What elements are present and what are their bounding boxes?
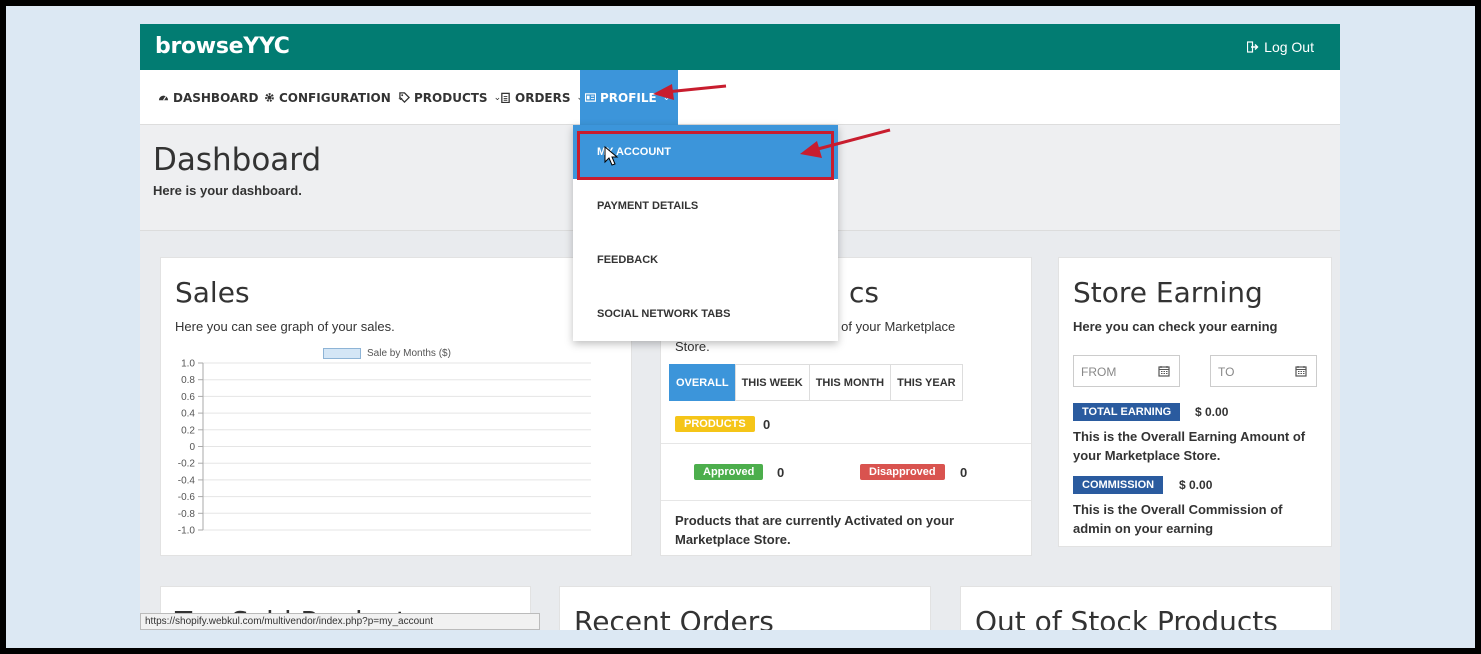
calendar-icon xyxy=(1295,366,1307,377)
products-badge: PRODUCTS xyxy=(675,416,755,432)
logout-label: Log Out xyxy=(1264,39,1314,55)
out-of-stock-card: Out of Stock Products xyxy=(960,586,1332,630)
divider xyxy=(661,500,1031,501)
statistics-subtitle-line2: Store. xyxy=(675,339,710,354)
nav-profile-label: PROFILE xyxy=(600,90,657,105)
total-earning-tag: TOTAL EARNING xyxy=(1073,403,1181,421)
nav-configuration[interactable]: CONFIGURATION ⌄ xyxy=(264,70,404,125)
nav-dashboard[interactable]: DASHBOARD xyxy=(158,70,258,125)
y-tick-label: 0 xyxy=(189,442,195,453)
top-bar: browseYYC Log Out xyxy=(140,24,1340,70)
calendar-icon xyxy=(1158,366,1170,377)
statistics-subtitle: s of your Marketplace xyxy=(831,319,956,334)
y-tick-label: -0.4 xyxy=(178,475,196,486)
chevron-down-icon: ⌄ xyxy=(662,92,671,103)
y-tick-label: -0.2 xyxy=(178,459,196,470)
disapproved-badge: Disapproved xyxy=(860,464,945,480)
disapproved-count: 0 xyxy=(960,465,968,480)
period-tabs: OVERALL THIS WEEK THIS MONTH THIS YEAR xyxy=(669,364,963,401)
y-tick-label: 0.6 xyxy=(181,392,195,403)
nav-products-label: PRODUCTS xyxy=(414,90,488,105)
divider xyxy=(661,443,1031,444)
menu-item-feedback[interactable]: FEEDBACK xyxy=(573,233,838,287)
from-date-placeholder: FROM xyxy=(1081,365,1117,379)
out-of-stock-title: Out of Stock Products xyxy=(975,605,1278,630)
nav-configuration-label: CONFIGURATION xyxy=(279,90,391,105)
y-tick-label: 0.2 xyxy=(181,425,195,436)
products-count: 0 xyxy=(763,417,771,432)
nav-dashboard-label: DASHBOARD xyxy=(173,90,259,105)
nav-products[interactable]: PRODUCTS ⌄ xyxy=(399,70,501,125)
statistics-title: cs xyxy=(849,276,879,309)
to-date-placeholder: TO xyxy=(1218,365,1235,379)
dashboard-icon xyxy=(158,95,169,101)
status-bar-url: https://shopify.webkul.com/multivendor/i… xyxy=(140,613,540,630)
earning-subtitle: Here you can check your earning xyxy=(1073,319,1278,334)
commission-tag: COMMISSION xyxy=(1073,476,1164,494)
screenshot-frame: browseYYC Log Out DASHBOARD CONFIGURATIO… xyxy=(6,6,1475,648)
sales-chart: 1.0 0.8 0.6 0.4 0.2 0 -0.2 -0.4 -0.6 -0.8 -1.0 xyxy=(178,359,591,537)
approved-badge: Approved xyxy=(694,464,764,480)
tab-this-week[interactable]: THIS WEEK xyxy=(734,364,810,401)
approved-count: 0 xyxy=(777,465,785,480)
y-tick-label: -1.0 xyxy=(178,526,196,537)
y-tick-label: -0.8 xyxy=(178,509,196,520)
sales-subtitle: Here you can see graph of your sales. xyxy=(175,319,395,334)
menu-item-social-network-tabs[interactable]: SOCIAL NETWORK TABS xyxy=(573,287,838,341)
commission-amount: $ 0.00 xyxy=(1179,478,1213,492)
nav-orders[interactable]: ORDERS ⌄ xyxy=(500,70,584,125)
tag-icon xyxy=(399,92,410,103)
y-tick-label: 0.4 xyxy=(181,409,195,420)
highlight-box xyxy=(577,131,834,180)
clipboard-icon xyxy=(501,92,510,103)
to-date-input[interactable]: TO xyxy=(1210,355,1317,387)
sign-out-icon xyxy=(1247,41,1259,53)
logout-button[interactable]: Log Out xyxy=(1247,39,1314,55)
recent-orders-title: Recent Orders xyxy=(574,605,774,630)
brand-logo[interactable]: browseYYC xyxy=(155,34,290,59)
store-earning-card: Store Earning Here you can check your ea… xyxy=(1058,257,1332,547)
y-tick-label: 1.0 xyxy=(181,359,195,370)
tab-overall[interactable]: OVERALL xyxy=(669,364,736,401)
page-title: Dashboard xyxy=(153,142,322,178)
sales-title: Sales xyxy=(175,276,250,309)
menu-item-payment-details[interactable]: PAYMENT DETAILS xyxy=(573,179,838,233)
recent-orders-card: Recent Orders xyxy=(559,586,931,630)
id-card-icon xyxy=(585,93,596,102)
tab-this-year[interactable]: THIS YEAR xyxy=(890,364,963,401)
gear-icon xyxy=(265,93,274,102)
tab-this-month[interactable]: THIS MONTH xyxy=(808,364,892,401)
from-date-input[interactable]: FROM xyxy=(1073,355,1180,387)
total-earning-amount: $ 0.00 xyxy=(1195,405,1229,419)
y-tick-label: -0.6 xyxy=(178,492,196,503)
commission-description: This is the Overall Commission of admin … xyxy=(1073,502,1283,536)
nav-profile[interactable]: PROFILE ⌄ xyxy=(580,70,679,125)
nav-orders-label: ORDERS xyxy=(515,90,571,105)
y-tick-label: 0.8 xyxy=(181,375,195,386)
page-subtitle: Here is your dashboard. xyxy=(153,183,302,198)
earning-title: Store Earning xyxy=(1073,276,1263,309)
main-nav: DASHBOARD CONFIGURATION ⌄ PRODUCTS ⌄ ORD… xyxy=(140,70,1340,125)
total-earning-description: This is the Overall Earning Amount of yo… xyxy=(1073,429,1306,463)
statistics-footer: Products that are currently Activated on… xyxy=(675,513,955,547)
sales-card: Sales Here you can see graph of your sal… xyxy=(160,257,632,556)
